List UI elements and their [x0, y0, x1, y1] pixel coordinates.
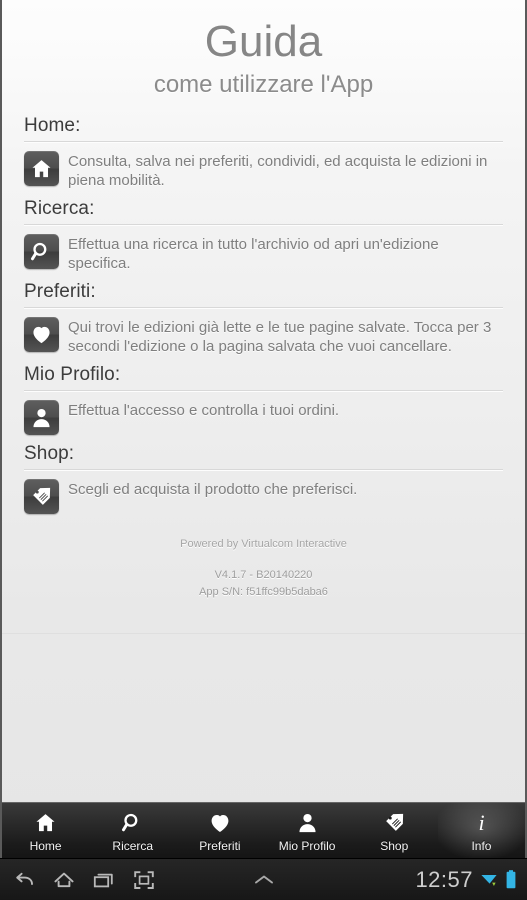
- search-icon: [24, 234, 59, 269]
- section-heading: Shop:: [24, 442, 503, 470]
- info-icon: i: [470, 811, 493, 835]
- system-clock: 12:57: [415, 867, 473, 892]
- home-icon: [34, 811, 57, 835]
- guide-page: Guida come utilizzare l'App Home: Consul…: [0, 0, 527, 858]
- tab-label: Preferiti: [199, 838, 241, 853]
- battery-full-icon: [505, 869, 517, 891]
- section-home: Home: Consulta, salva nei preferiti, con…: [24, 114, 503, 190]
- section-text: Scegli ed acquista il prodotto che prefe…: [68, 481, 358, 498]
- chevron-up-icon[interactable]: [251, 871, 277, 889]
- section-text: Qui trovi le edizioni già lette e le tue…: [68, 319, 492, 355]
- tab-home[interactable]: Home: [2, 803, 89, 858]
- section-body: Effettua l'accesso e controlla i tuoi or…: [24, 391, 503, 435]
- device-screen: Guida come utilizzare l'App Home: Consul…: [0, 0, 527, 900]
- page-subtitle: come utilizzare l'App: [153, 71, 374, 98]
- section-text: Consulta, salva nei preferiti, condividi…: [68, 153, 488, 189]
- app-serial-number: App S/N: f51ffc99b5daba6: [199, 586, 328, 598]
- tab-label: Ricerca: [112, 838, 154, 853]
- tab-ricerca[interactable]: Ricerca: [89, 803, 176, 858]
- guide-sections: Home: Consulta, salva nei preferiti, con…: [2, 114, 525, 514]
- tab-shop[interactable]: Shop: [351, 803, 438, 858]
- tab-label: Info: [471, 838, 492, 853]
- section-body: Scegli ed acquista il prodotto che prefe…: [24, 470, 503, 514]
- section-mio-profilo: Mio Profilo: Effettua l'accesso e contro…: [24, 363, 503, 435]
- tab-info[interactable]: i Info: [437, 803, 525, 858]
- powered-by-text: Powered by Virtualcom Interactive: [180, 538, 347, 550]
- section-heading: Home:: [24, 114, 503, 142]
- section-body: Effettua una ricerca in tutto l'archivio…: [24, 225, 503, 273]
- section-body: Consulta, salva nei preferiti, condividi…: [24, 142, 503, 190]
- tab-preferiti[interactable]: Preferiti: [176, 803, 263, 858]
- person-icon: [24, 400, 59, 435]
- section-preferiti: Preferiti: Qui trovi le edizioni già let…: [24, 280, 503, 356]
- svg-text:i: i: [478, 811, 484, 834]
- app-version: V4.1.7 - B20140220: [214, 569, 313, 581]
- section-heading: Ricerca:: [24, 197, 503, 225]
- section-shop: Shop: Scegli ed acquista il prodotto che…: [24, 442, 503, 514]
- tag-icon: [383, 811, 406, 835]
- section-text: Effettua una ricerca in tutto l'archivio…: [68, 236, 439, 272]
- section-ricerca: Ricerca: Effettua una ricerca in tutto l…: [24, 197, 503, 273]
- heart-icon: [208, 811, 232, 835]
- tab-label: Home: [29, 838, 62, 853]
- system-status-area[interactable]: 12:57: [415, 859, 517, 900]
- tag-icon: [24, 479, 59, 514]
- tab-label: Mio Profilo: [278, 838, 336, 853]
- bottom-tab-bar: Home Ricerca Preferiti Mio Profilo Shop …: [2, 802, 525, 858]
- home-icon: [24, 151, 59, 186]
- version-block: V4.1.7 - B20140220 App S/N: f51ffc99b5da…: [2, 567, 525, 601]
- page-header: Guida come utilizzare l'App: [2, 0, 525, 100]
- person-icon: [296, 811, 319, 835]
- section-heading: Preferiti:: [24, 280, 503, 308]
- tab-label: Shop: [380, 838, 409, 853]
- section-body: Qui trovi le edizioni già lette e le tue…: [24, 308, 503, 356]
- wifi-download-icon: [479, 870, 499, 890]
- heart-icon: [24, 317, 59, 352]
- page-footer: Powered by Virtualcom Interactive V4.1.7…: [2, 536, 525, 601]
- page-title: Guida: [204, 17, 323, 66]
- search-icon: [121, 811, 144, 835]
- section-heading: Mio Profilo:: [24, 363, 503, 391]
- section-text: Effettua l'accesso e controlla i tuoi or…: [68, 402, 340, 419]
- android-system-bar: 12:57: [0, 858, 527, 900]
- tab-mio-profilo[interactable]: Mio Profilo: [264, 803, 351, 858]
